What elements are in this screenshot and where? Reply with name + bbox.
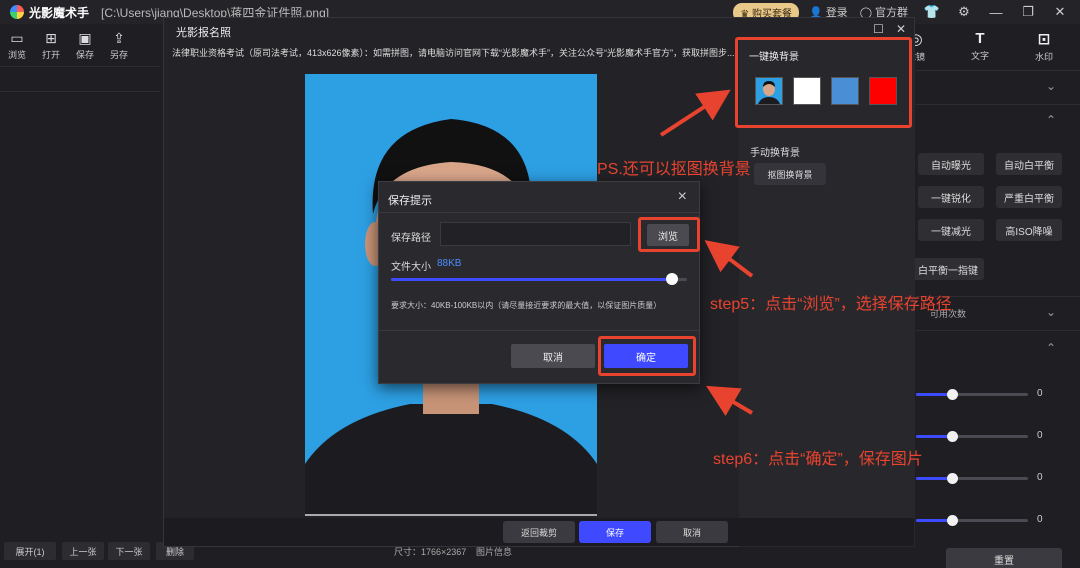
annotation-step6: step6：点击“确定”，保存图片 (713, 451, 923, 468)
annotation-ps-note: PS.还可以抠图换背景 (597, 161, 751, 178)
annotation-arrows (659, 89, 754, 416)
annotation-step5: step5：点击“浏览”，选择保存路径 (710, 296, 952, 313)
app-window: 光影魔术手 [C:\Users\jiang\Desktop\蒋四金证件照.png… (0, 0, 1080, 568)
